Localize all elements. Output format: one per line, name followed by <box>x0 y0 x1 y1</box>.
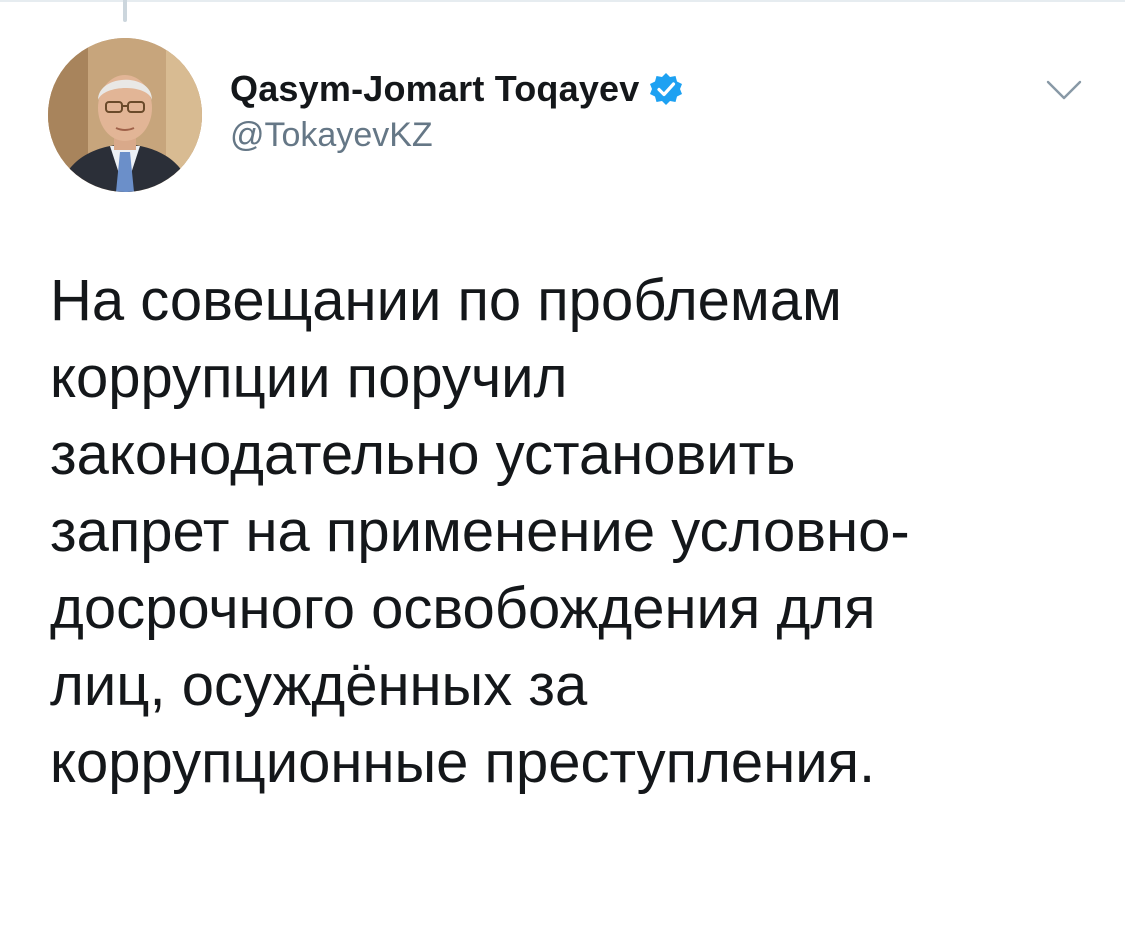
top-divider <box>0 0 1125 2</box>
thread-connector-line <box>123 0 127 22</box>
display-name-row: Qasym-Jomart Toqayev <box>230 66 684 112</box>
avatar[interactable] <box>48 38 202 192</box>
tweet-header: Qasym-Jomart Toqayev @TokayevKZ <box>230 66 684 155</box>
user-handle[interactable]: @TokayevKZ <box>230 116 684 155</box>
avatar-photo <box>48 38 202 192</box>
display-name[interactable]: Qasym-Jomart Toqayev <box>230 68 640 110</box>
chevron-down-icon[interactable] <box>1044 76 1084 106</box>
verified-badge-icon <box>648 71 684 107</box>
tweet-text: На совещании по проблемам коррупции пору… <box>50 268 910 795</box>
